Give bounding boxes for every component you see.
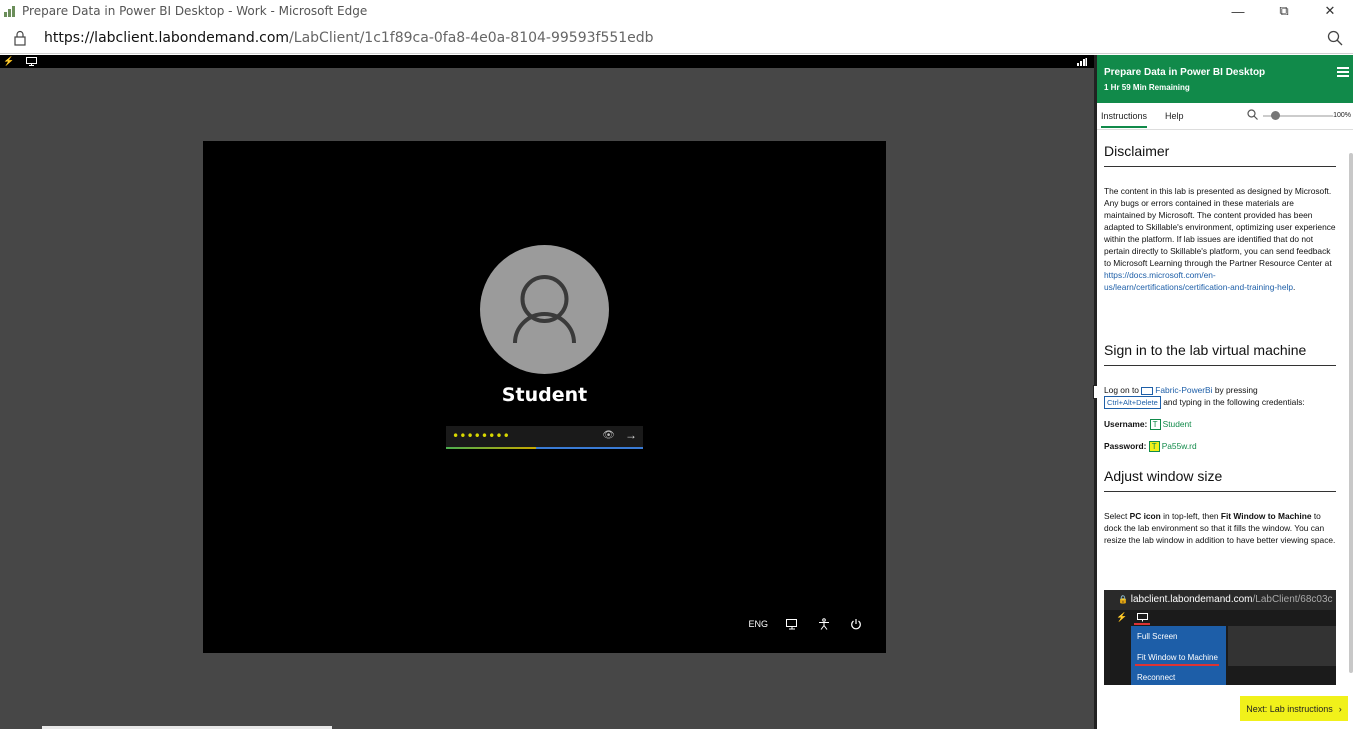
vm-tray: ENG bbox=[748, 617, 864, 631]
power-bi-icon bbox=[4, 5, 16, 17]
password-value[interactable]: Pa55w.rd bbox=[1162, 441, 1197, 451]
ctrl-alt-delete-button[interactable]: Ctrl+Alt+Delete bbox=[1104, 396, 1161, 409]
adjust-heading: Adjust window size bbox=[1104, 468, 1336, 492]
pc-icon bbox=[1141, 386, 1154, 395]
screenshot-address-bar: 🔒 labclient.labondemand.com/LabClient/68… bbox=[1104, 590, 1336, 610]
lab-title: Prepare Data in Power BI Desktop bbox=[1104, 67, 1266, 78]
panel-tabs: Instructions Help 100% bbox=[1097, 103, 1353, 130]
minimize-button[interactable]: — bbox=[1215, 0, 1261, 22]
tab-help[interactable]: Help bbox=[1165, 111, 1184, 121]
monitor-icon[interactable] bbox=[24, 55, 38, 68]
panel-header: Prepare Data in Power BI Desktop 1 Hr 59… bbox=[1097, 55, 1353, 103]
lock-icon bbox=[14, 30, 26, 46]
machine-link[interactable]: Fabric-PowerBi bbox=[1155, 385, 1212, 395]
zoom-slider[interactable] bbox=[1263, 111, 1333, 120]
signin-section: Sign in to the lab virtual machine bbox=[1104, 342, 1336, 366]
signal-icon bbox=[1076, 55, 1088, 68]
type-text-icon[interactable]: T bbox=[1148, 441, 1160, 453]
search-zoom-icon[interactable] bbox=[1327, 30, 1343, 46]
disclaimer-text: The content in this lab is presented as … bbox=[1104, 186, 1336, 292]
signin-heading: Sign in to the lab virtual machine bbox=[1104, 342, 1336, 366]
window-title: Prepare Data in Power BI Desktop - Work … bbox=[22, 4, 368, 18]
language-indicator[interactable]: ENG bbox=[748, 619, 768, 629]
password-field[interactable]: •••••••• 👁 → bbox=[446, 426, 643, 449]
adjust-section: Adjust window size bbox=[1104, 468, 1336, 492]
hamburger-menu-icon[interactable] bbox=[1337, 67, 1349, 77]
zoom-slider-knob[interactable] bbox=[1271, 111, 1280, 120]
adjust-text: Select PC icon in top-left, then Fit Win… bbox=[1104, 511, 1336, 545]
vm-lock-screen[interactable]: Student •••••••• 👁 → ENG bbox=[203, 141, 886, 653]
password-mask: •••••••• bbox=[452, 429, 510, 443]
scrollbar[interactable] bbox=[1349, 153, 1353, 673]
username-value[interactable]: Student bbox=[1163, 419, 1192, 429]
password-line: Password: T Pa55w.rd bbox=[1104, 441, 1197, 453]
eye-icon[interactable]: 👁 bbox=[602, 430, 615, 441]
screenshot-pc-icon bbox=[1137, 613, 1148, 622]
user-icon bbox=[513, 275, 576, 344]
fit-window-screenshot: 🔒 labclient.labondemand.com/LabClient/68… bbox=[1104, 590, 1336, 685]
instructions-panel: Prepare Data in Power BI Desktop 1 Hr 59… bbox=[1097, 55, 1353, 729]
zoom-icon bbox=[1247, 109, 1258, 120]
lab-toolbar: ⚡ bbox=[0, 55, 1096, 68]
next-lab-instructions-button[interactable]: Next: Lab instructions › bbox=[1240, 696, 1348, 721]
zoom-value: 100% bbox=[1333, 112, 1351, 119]
screenshot-menu: Full Screen Fit Window to Machine Reconn… bbox=[1131, 626, 1226, 685]
network-icon[interactable] bbox=[784, 617, 800, 631]
lightning-icon[interactable]: ⚡ bbox=[3, 55, 14, 68]
username-line: Username: T Student bbox=[1104, 419, 1192, 431]
type-text-icon[interactable]: T bbox=[1149, 419, 1161, 431]
arrow-right-icon[interactable]: → bbox=[625, 428, 637, 442]
instructions-content[interactable]: Disclaimer The content in this lab is pr… bbox=[1097, 131, 1353, 691]
restore-button[interactable]: ⧉ bbox=[1261, 0, 1307, 22]
tab-instructions[interactable]: Instructions bbox=[1101, 111, 1148, 128]
disclaimer-heading: Disclaimer bbox=[1104, 143, 1336, 167]
power-icon[interactable] bbox=[848, 617, 864, 631]
feedback-link[interactable]: https://docs.microsoft.com/en-us/learn/c… bbox=[1104, 270, 1293, 292]
browser-title-bar: Prepare Data in Power BI Desktop - Work … bbox=[0, 0, 1353, 22]
disclaimer-section: Disclaimer bbox=[1104, 143, 1336, 167]
time-remaining: 1 Hr 59 Min Remaining bbox=[1104, 83, 1190, 92]
screenshot-lightning-icon: ⚡ bbox=[1116, 612, 1128, 622]
vm-username: Student bbox=[501, 384, 588, 406]
accessibility-icon[interactable] bbox=[816, 617, 832, 631]
close-button[interactable]: ✕ bbox=[1307, 0, 1353, 22]
user-avatar bbox=[480, 245, 609, 374]
signin-text: Log on to Fabric-PowerBi by pressing Ctr… bbox=[1104, 385, 1305, 409]
url-text[interactable]: https://labclient.labondemand.com/LabCli… bbox=[44, 30, 654, 46]
address-bar[interactable]: https://labclient.labondemand.com/LabCli… bbox=[0, 22, 1353, 54]
